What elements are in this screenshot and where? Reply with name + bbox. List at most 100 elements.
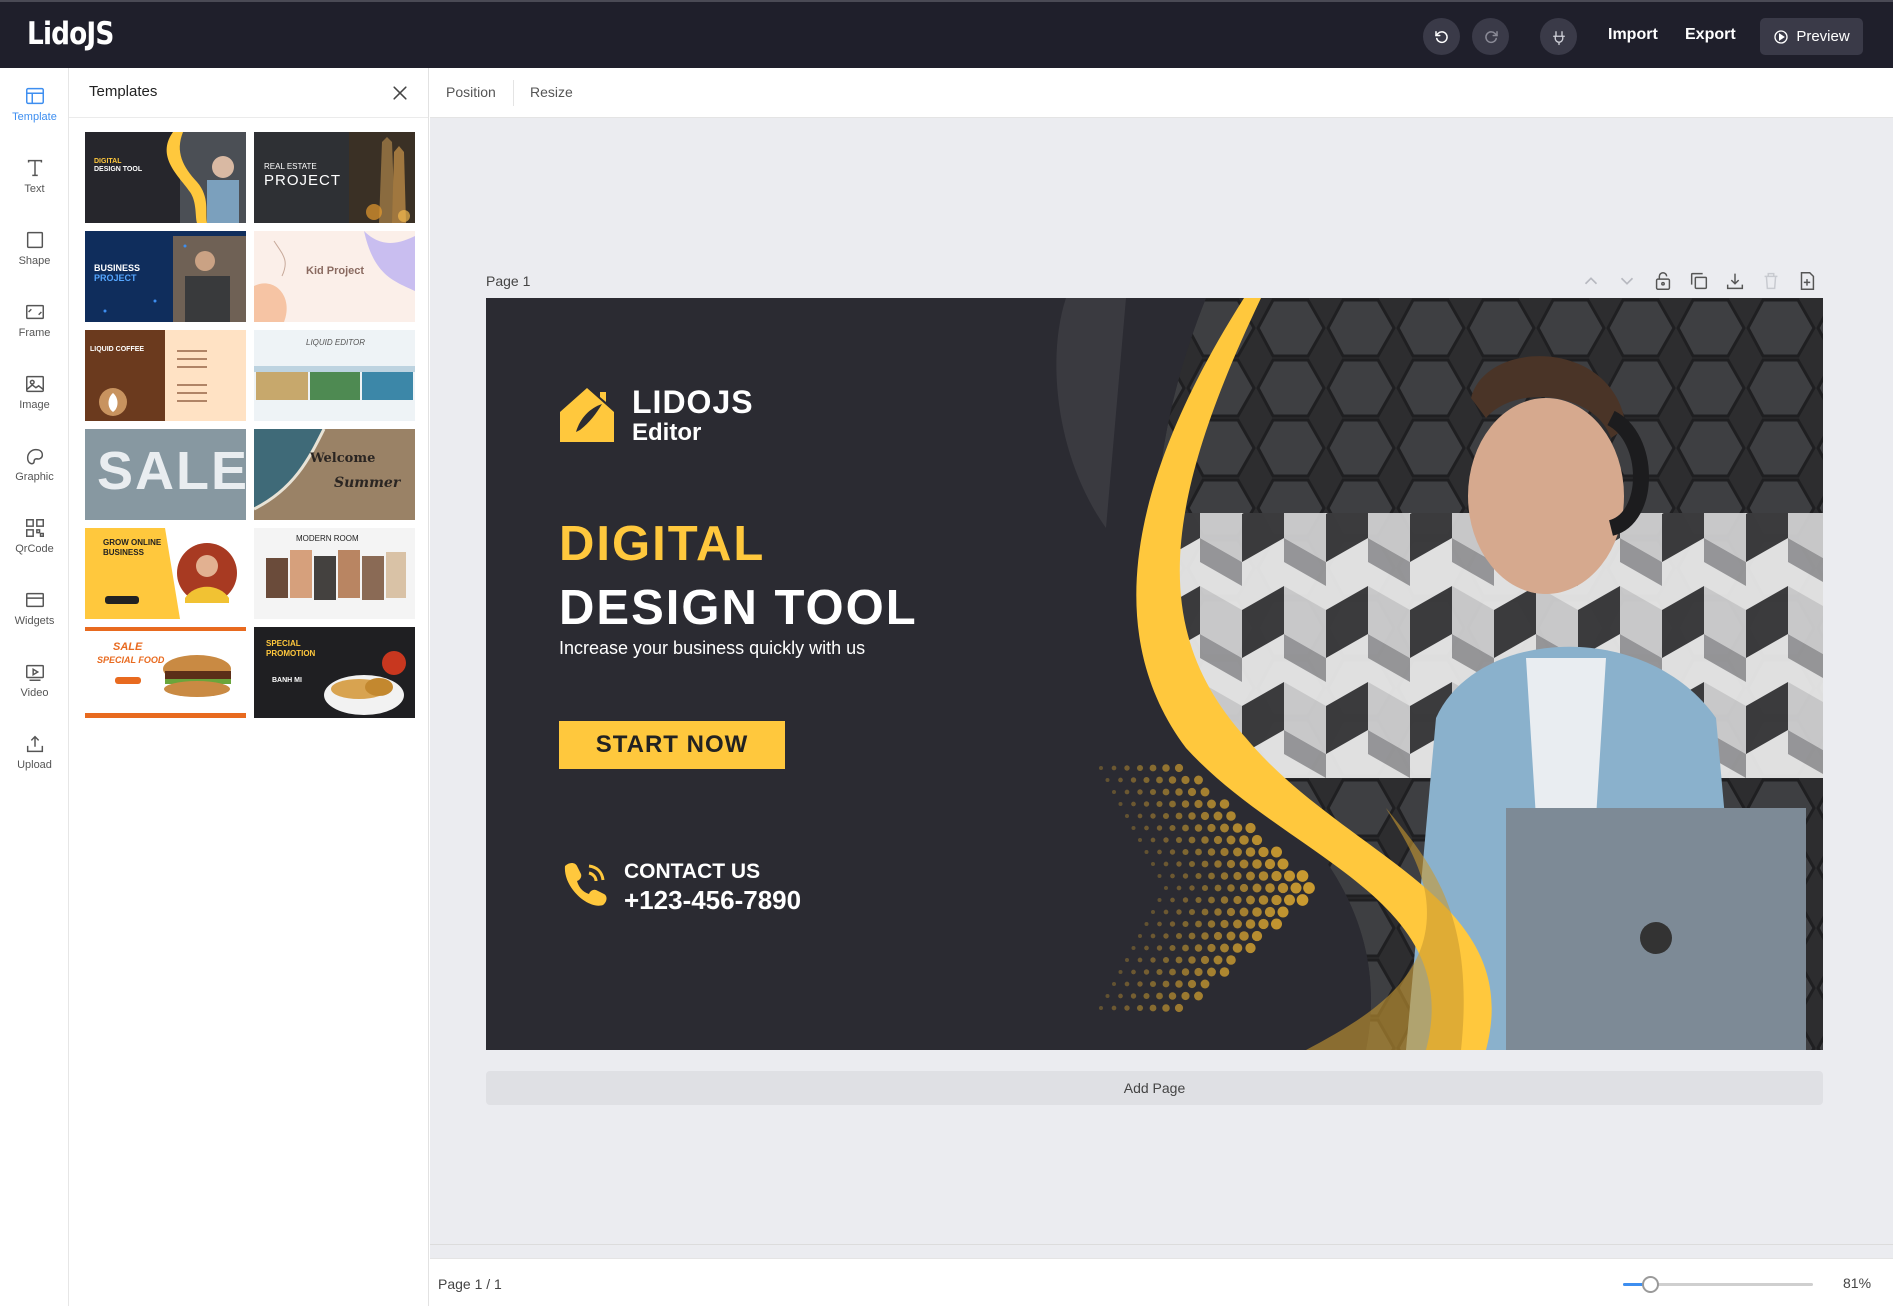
- rail-label: Text: [24, 183, 45, 195]
- undo-button[interactable]: [1423, 18, 1460, 55]
- graphic-icon: [26, 448, 43, 465]
- qrcode-icon: [25, 519, 44, 537]
- template-thumbnail[interactable]: GROW ONLINE BUSINESS: [85, 528, 246, 619]
- chevron-up-icon[interactable]: [1580, 270, 1602, 292]
- pattern-dot: [1156, 776, 1163, 784]
- template-thumbnail[interactable]: Kid Project: [254, 231, 415, 322]
- rail-label: Widgets: [14, 615, 55, 627]
- rail-item-upload[interactable]: Upload: [0, 733, 69, 793]
- template-thumbnail[interactable]: Welcome Summer: [254, 429, 415, 520]
- pattern-dot: [1156, 945, 1163, 951]
- template-thumbnail[interactable]: SALE SPECIAL FOOD: [85, 627, 246, 718]
- preview-button[interactable]: Preview: [1760, 18, 1863, 55]
- pattern-dot: [1245, 847, 1256, 857]
- close-icon[interactable]: [390, 83, 410, 103]
- pattern-dot: [1144, 945, 1149, 951]
- shape-icon: [26, 231, 43, 249]
- pattern-dot: [1169, 944, 1176, 952]
- pattern-dot: [1151, 910, 1155, 914]
- unlock-icon[interactable]: [1652, 270, 1674, 292]
- template-thumbnail[interactable]: LIQUID COFFEE: [85, 330, 246, 421]
- rail-label: Graphic: [15, 471, 54, 483]
- pattern-dot: [1125, 958, 1129, 962]
- chevron-down-icon[interactable]: [1616, 270, 1638, 292]
- template-thumbnail[interactable]: SALE: [85, 429, 246, 520]
- pattern-dot: [1131, 946, 1136, 950]
- pattern-dot: [1137, 981, 1143, 987]
- vertical-scrollbar[interactable]: [1879, 118, 1893, 1258]
- rail-item-template[interactable]: Template: [0, 85, 69, 145]
- resize-button[interactable]: Resize: [530, 84, 573, 100]
- template-thumbnail[interactable]: SPECIAL PROMOTION BANH MI: [254, 627, 415, 718]
- template-thumbnail[interactable]: MODERN ROOM: [254, 528, 415, 619]
- download-icon[interactable]: [1724, 270, 1746, 292]
- pattern-dot: [1143, 992, 1150, 1000]
- pattern-dot: [1239, 907, 1249, 917]
- pattern-dot: [1181, 800, 1190, 808]
- frame-icon: [25, 304, 44, 320]
- zoom-slider[interactable]: [1623, 1276, 1813, 1293]
- headline-secondary: DESIGN TOOL: [559, 581, 918, 635]
- pattern-dot: [1157, 874, 1162, 878]
- sync-button[interactable]: [1540, 18, 1577, 55]
- position-button[interactable]: Position: [446, 84, 496, 100]
- page-toolbar: [1580, 270, 1818, 292]
- thumbnail-text: DESIGN TOOL: [94, 166, 143, 173]
- pattern-dot: [1251, 834, 1263, 846]
- export-button[interactable]: Export: [1685, 26, 1736, 44]
- pattern-dot: [1214, 884, 1222, 892]
- pattern-dot: [1156, 992, 1163, 1000]
- template-thumbnail[interactable]: LIQUID EDITOR: [254, 330, 415, 421]
- zoom-slider-handle[interactable]: [1641, 1276, 1659, 1293]
- pattern-dot: [1143, 969, 1150, 975]
- pattern-dot: [1296, 870, 1309, 882]
- text-icon: [27, 159, 42, 177]
- pattern-dot: [1271, 846, 1282, 858]
- add-page-icon[interactable]: [1796, 270, 1818, 292]
- pattern-dot: [1265, 883, 1275, 893]
- undo-icon: [1434, 30, 1448, 43]
- pattern-dot: [1195, 848, 1202, 856]
- rail-item-text[interactable]: Text: [0, 157, 69, 217]
- thumbnail-text: SPECIAL: [266, 639, 301, 648]
- redo-button[interactable]: [1472, 18, 1509, 55]
- rail-item-image[interactable]: Image: [0, 373, 69, 433]
- pattern-dot: [1296, 894, 1309, 906]
- pattern-dot: [1194, 991, 1203, 1001]
- add-page-button[interactable]: Add Page: [486, 1071, 1823, 1105]
- pattern-dot: [1162, 788, 1170, 796]
- rail-item-qrcode[interactable]: QrCode: [0, 517, 69, 577]
- rail-item-frame[interactable]: Frame: [0, 301, 69, 361]
- app-logo[interactable]: LidoJS: [27, 16, 114, 52]
- rail-item-graphic[interactable]: Graphic: [0, 445, 69, 505]
- horizontal-scrollbar[interactable]: [430, 1244, 1893, 1258]
- pattern-dot: [1219, 799, 1230, 809]
- trash-icon[interactable]: [1760, 270, 1782, 292]
- phone-icon: [564, 863, 607, 906]
- template-thumbnail[interactable]: REAL ESTATE PROJECT: [254, 132, 415, 223]
- template-thumbnail[interactable]: BUSINESS PROJECT: [85, 231, 246, 322]
- rail-item-video[interactable]: Video: [0, 661, 69, 721]
- template-thumbnail[interactable]: DIGITAL DESIGN TOOL: [85, 132, 246, 223]
- pattern-dot: [1239, 859, 1249, 869]
- thumbnail-text: Kid Project: [306, 265, 365, 277]
- duplicate-icon[interactable]: [1688, 270, 1710, 292]
- pattern-dot: [1214, 860, 1222, 868]
- contact-phone: +123-456-7890: [624, 885, 802, 915]
- pattern-dot: [1239, 835, 1249, 845]
- pattern-dot: [1213, 955, 1223, 965]
- start-now-button[interactable]: START NOW: [559, 721, 785, 769]
- contact-title: CONTACT US: [624, 860, 761, 883]
- pattern-dot: [1182, 897, 1189, 903]
- pattern-dot: [1169, 968, 1176, 976]
- pattern-dot: [1131, 826, 1136, 830]
- pattern-dot: [1118, 777, 1123, 783]
- design-canvas[interactable]: LIDOJS Editor DIGITAL DESIGN TOOL Increa…: [486, 298, 1823, 1050]
- rail-item-widgets[interactable]: Widgets: [0, 589, 69, 649]
- pattern-dot: [1194, 775, 1203, 785]
- pattern-dot: [1162, 812, 1170, 820]
- thumbnail-text: Welcome: [310, 451, 376, 466]
- rail-item-shape[interactable]: Shape: [0, 229, 69, 289]
- import-button[interactable]: Import: [1608, 26, 1658, 44]
- thumbnail-text: BUSINESS: [103, 548, 144, 557]
